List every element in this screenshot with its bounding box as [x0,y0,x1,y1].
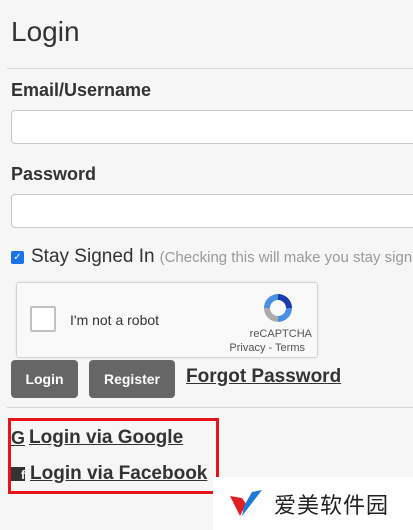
recaptcha-widget: I'm not a robot reCAPTCHA Privacy - Term… [16,282,318,358]
recaptcha-brand: reCAPTCHA [249,328,312,340]
password-label: Password [11,164,97,184]
title-divider [7,68,413,69]
watermark-text: 爱美软件园 [274,493,390,519]
stay-signed-in-hint: (Checking this will make you stay sign [159,248,413,266]
recaptcha-logo-icon [264,294,292,322]
email-field[interactable] [11,110,413,144]
stay-signed-in-label[interactable]: Stay Signed In [31,246,155,268]
login-via-facebook-link[interactable]: f Login via Facebook [11,463,207,485]
facebook-icon: f [11,467,25,481]
register-button[interactable]: Register [89,360,175,398]
recaptcha-checkbox[interactable] [30,306,56,332]
watermark: 爱美软件园 [213,477,413,530]
forgot-password-link[interactable]: Forgot Password [186,366,341,388]
login-button[interactable]: Login [11,360,78,398]
password-field[interactable] [11,194,413,228]
page-title: Login [11,16,80,47]
stay-signed-in-checkbox[interactable]: ✓ [11,250,24,264]
login-via-google-label: Login via Google [29,427,184,448]
login-via-google-link[interactable]: G Login via Google [11,427,183,449]
recaptcha-label: I'm not a robot [70,312,160,328]
watermark-logo-icon [230,489,262,516]
stay-signed-in-row: ✓ Stay Signed In (Checking this will mak… [11,246,412,268]
email-label: Email/Username [11,80,152,100]
recaptcha-privacy-terms[interactable]: Privacy - Terms [229,342,305,354]
social-divider [7,407,413,408]
login-via-facebook-label: Login via Facebook [30,463,208,484]
google-icon: G [11,427,26,448]
